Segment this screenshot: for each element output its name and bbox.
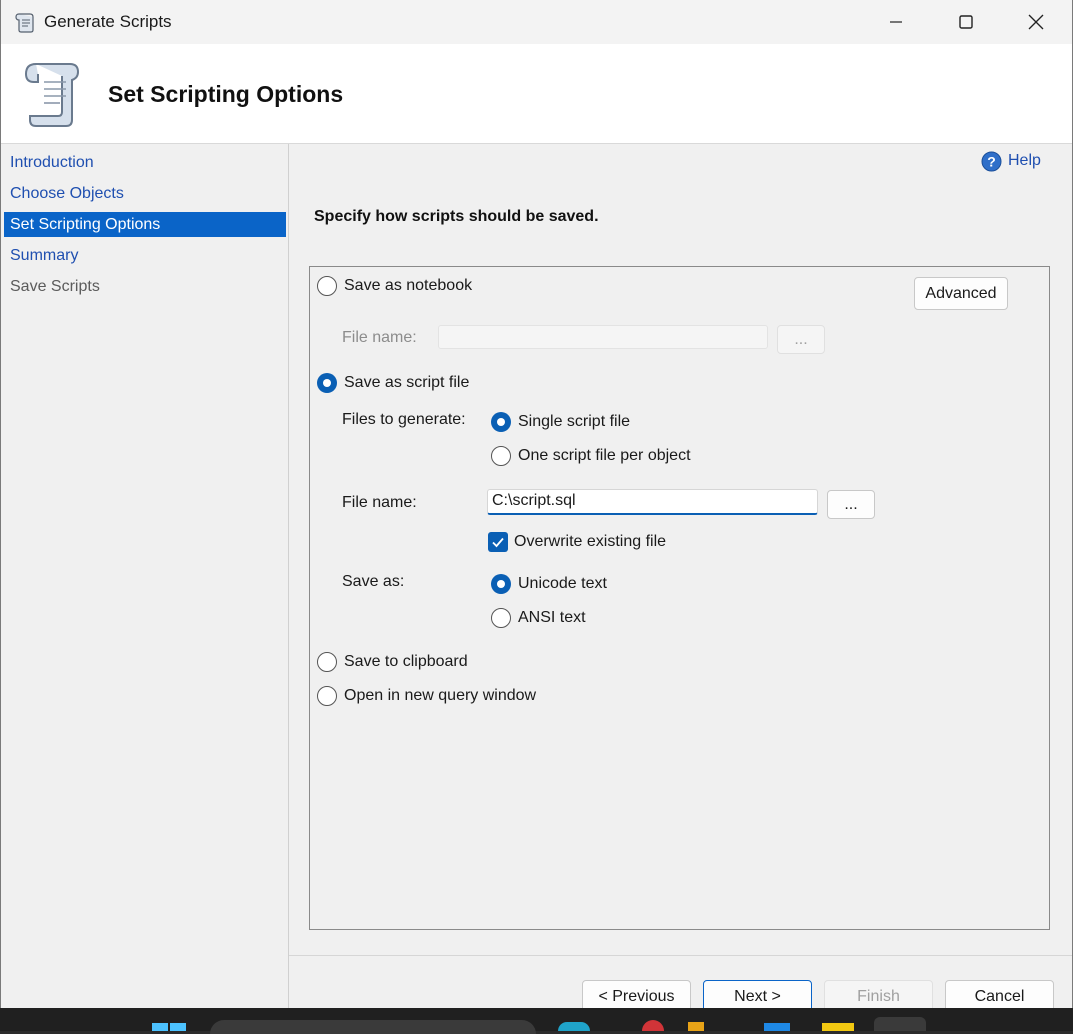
nav-item-summary[interactable]: Summary	[4, 243, 286, 268]
script-scroll-icon	[24, 63, 80, 127]
svg-text:?: ?	[987, 153, 996, 169]
unicode-text-label: Unicode text	[518, 575, 607, 592]
previous-button[interactable]: < Previous	[582, 980, 691, 1008]
nav-item-introduction[interactable]: Introduction	[4, 150, 286, 175]
minimize-button[interactable]	[861, 0, 931, 44]
windows-start-icon[interactable]	[152, 1020, 186, 1031]
taskbar-app-icon[interactable]	[764, 1023, 790, 1031]
taskbar	[0, 1008, 1073, 1034]
finish-button: Finish	[824, 980, 933, 1008]
nav-item-set-scripting-options[interactable]: Set Scripting Options	[4, 212, 286, 237]
title-bar: Generate Scripts	[1, 0, 1072, 44]
save-to-clipboard-radio[interactable]	[317, 652, 337, 672]
single-script-file-radio[interactable]	[491, 412, 511, 432]
one-file-per-object-radio[interactable]	[491, 446, 511, 466]
taskbar-active-app[interactable]	[874, 1017, 926, 1031]
notebook-browse-button: ...	[777, 325, 825, 354]
help-link[interactable]: ? Help	[981, 150, 1041, 172]
close-icon	[1028, 14, 1044, 30]
maximize-icon	[959, 15, 973, 29]
notebook-file-name-input	[438, 325, 768, 349]
wizard-header: Set Scripting Options	[1, 44, 1072, 144]
maximize-button[interactable]	[931, 0, 1001, 44]
save-as-notebook-label: Save as notebook	[344, 277, 473, 294]
save-as-script-file-radio[interactable]	[317, 373, 337, 393]
taskbar-app-icon[interactable]	[822, 1023, 854, 1031]
script-file-name-label: File name:	[342, 494, 417, 511]
open-in-query-window-radio[interactable]	[317, 686, 337, 706]
taskbar-app-icon[interactable]	[688, 1022, 704, 1031]
nav-item-choose-objects[interactable]: Choose Objects	[4, 181, 286, 206]
script-file-browse-button[interactable]: ...	[827, 490, 875, 519]
wizard-nav: Introduction Choose Objects Set Scriptin…	[1, 144, 289, 1008]
ansi-text-radio[interactable]	[491, 608, 511, 628]
footer-divider	[289, 955, 1072, 956]
overwrite-label: Overwrite existing file	[514, 533, 667, 550]
checkmark-icon	[492, 537, 504, 548]
cancel-button[interactable]: Cancel	[945, 980, 1054, 1008]
page-title: Set Scripting Options	[108, 81, 344, 107]
save-options-group: Save as notebook Advanced File name: ...…	[309, 266, 1050, 930]
scroll-icon	[15, 13, 34, 33]
save-as-notebook-radio[interactable]	[317, 276, 337, 296]
taskbar-app-icon[interactable]	[642, 1020, 664, 1031]
files-to-generate-label: Files to generate:	[342, 411, 466, 428]
overwrite-checkbox[interactable]	[488, 532, 508, 552]
unicode-text-radio[interactable]	[491, 574, 511, 594]
open-in-query-window-label: Open in new query window	[344, 687, 537, 704]
next-button[interactable]: Next >	[703, 980, 812, 1008]
taskbar-search-box[interactable]	[210, 1020, 536, 1034]
ansi-text-label: ANSI text	[518, 609, 586, 626]
help-icon: ?	[981, 151, 1002, 171]
help-label: Help	[1008, 152, 1041, 169]
nav-item-save-scripts: Save Scripts	[10, 278, 100, 295]
one-file-per-object-label: One script file per object	[518, 447, 691, 464]
generate-scripts-dialog: Generate Scripts Set Scripting Options I…	[0, 0, 1073, 1009]
advanced-button[interactable]: Advanced	[914, 277, 1008, 310]
save-as-script-file-label: Save as script file	[344, 374, 470, 391]
minimize-icon	[890, 21, 902, 23]
taskbar-app-icon[interactable]	[558, 1022, 590, 1031]
close-button[interactable]	[1001, 0, 1071, 44]
script-file-name-input[interactable]: C:\script.sql	[487, 489, 818, 515]
single-script-file-label: Single script file	[518, 413, 631, 430]
notebook-file-name-label: File name:	[342, 329, 417, 346]
save-as-label: Save as:	[342, 573, 405, 590]
save-to-clipboard-label: Save to clipboard	[344, 653, 468, 670]
instruction-text: Specify how scripts should be saved.	[314, 208, 599, 225]
window-title: Generate Scripts	[44, 12, 172, 31]
